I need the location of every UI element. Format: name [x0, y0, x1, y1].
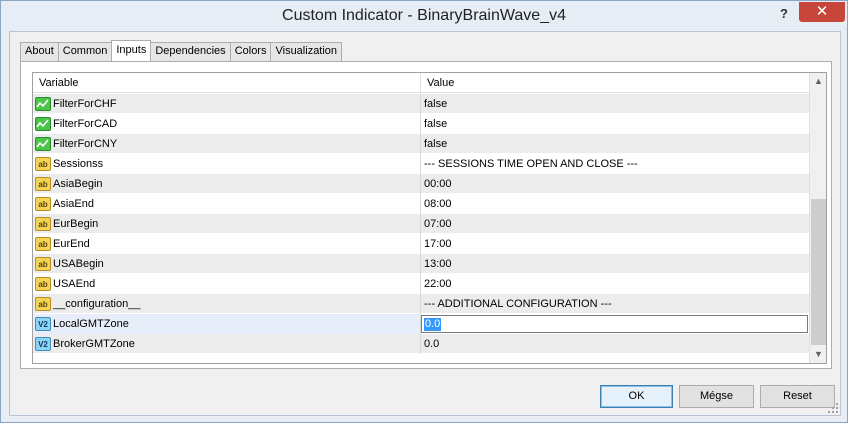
string-param-icon: ab [35, 197, 51, 211]
variable-name: FilterForCHF [53, 98, 117, 110]
ok-button[interactable]: OK [600, 385, 673, 408]
variable-cell[interactable]: V2 BrokerGMTZone [33, 334, 421, 354]
help-button[interactable]: ? [776, 5, 792, 23]
variable-cell[interactable]: ab USAEnd [33, 274, 421, 294]
grid-rows: FilterForCHF false FilterForCAD false Filter… [33, 94, 809, 354]
tab-dependencies[interactable]: Dependencies [150, 42, 231, 61]
variable-cell[interactable]: FilterForCNY [33, 134, 421, 154]
double-param-icon: V2 [35, 337, 51, 351]
variable-name: AsiaEnd [53, 198, 94, 210]
tab-colors[interactable]: Colors [229, 42, 272, 61]
vertical-scrollbar[interactable]: ▲ ▼ [809, 73, 826, 363]
cancel-button[interactable]: Mégse [679, 385, 754, 408]
value-cell[interactable]: --- SESSIONS TIME OPEN AND CLOSE --- [421, 154, 809, 174]
variable-name: FilterForCAD [53, 118, 118, 130]
inputs-panel: Variable Value FilterForCHF false FilterFo… [20, 61, 832, 369]
bool-param-icon [35, 137, 51, 151]
table-row[interactable]: ab AsiaEnd 08:00 [33, 194, 809, 214]
value-cell[interactable]: false [421, 134, 809, 154]
variable-name: BrokerGMTZone [53, 338, 135, 350]
variable-cell[interactable]: ab EurEnd [33, 234, 421, 254]
dialog-window: Custom Indicator - BinaryBrainWave_v4 ? … [0, 0, 848, 423]
table-row[interactable]: ab USABegin 13:00 [33, 254, 809, 274]
string-param-icon: ab [35, 177, 51, 191]
variable-name: LocalGMTZone [53, 318, 129, 330]
variable-cell[interactable]: ab Sessionss [33, 154, 421, 174]
table-row[interactable]: ab AsiaBegin 00:00 [33, 174, 809, 194]
string-param-icon: ab [35, 277, 51, 291]
variable-cell[interactable]: ab USABegin [33, 254, 421, 274]
bool-param-icon [35, 117, 51, 131]
table-row[interactable]: ab __configuration__ --- ADDITIONAL CONFIG… [33, 294, 809, 314]
value-cell[interactable]: 17:00 [421, 234, 809, 254]
value-cell[interactable]: 08:00 [421, 194, 809, 214]
title-bar[interactable]: Custom Indicator - BinaryBrainWave_v4 ? … [1, 1, 847, 31]
variable-cell[interactable]: FilterForCAD [33, 114, 421, 134]
table-row[interactable]: V2 LocalGMTZone 0.0 [33, 314, 809, 334]
table-row[interactable]: ab EurEnd 17:00 [33, 234, 809, 254]
tab-strip: About Common Inputs Dependencies Colors Visua… [20, 40, 343, 61]
bool-param-icon [35, 97, 51, 111]
variable-cell[interactable]: V2 LocalGMTZone [33, 314, 421, 334]
inputs-grid: Variable Value FilterForCHF false FilterFo… [32, 72, 827, 364]
column-header-value[interactable]: Value [421, 73, 809, 93]
variable-name: FilterForCNY [53, 138, 118, 150]
value-cell[interactable]: --- ADDITIONAL CONFIGURATION --- [421, 294, 809, 314]
reset-button[interactable]: Reset [760, 385, 835, 408]
column-header-variable[interactable]: Variable [33, 73, 421, 93]
value-cell[interactable]: 22:00 [421, 274, 809, 294]
tab-common[interactable]: Common [57, 42, 113, 61]
variable-cell[interactable]: ab EurBegin [33, 214, 421, 234]
value-cell[interactable]: 0.0 [421, 334, 809, 354]
string-param-icon: ab [35, 157, 51, 171]
tab-visualization[interactable]: Visualization [270, 42, 343, 61]
value-cell[interactable]: false [421, 114, 809, 134]
variable-name: EurEnd [53, 238, 90, 250]
variable-name: EurBegin [53, 218, 99, 230]
close-button[interactable]: ✕ [799, 2, 845, 22]
tab-inputs[interactable]: Inputs [111, 40, 152, 61]
table-row[interactable]: V2 BrokerGMTZone 0.0 [33, 334, 809, 354]
variable-name: __configuration__ [53, 298, 141, 310]
tab-about[interactable]: About [20, 42, 59, 61]
variable-name: USABegin [53, 258, 104, 270]
scroll-thumb[interactable] [811, 199, 826, 345]
selected-value-text: 0.0 [424, 318, 442, 331]
table-row[interactable]: FilterForCHF false [33, 94, 809, 114]
double-param-icon: V2 [35, 317, 51, 331]
scroll-up-arrow-icon[interactable]: ▲ [810, 73, 826, 90]
string-param-icon: ab [35, 237, 51, 251]
variable-cell[interactable]: ab __configuration__ [33, 294, 421, 314]
variable-cell[interactable]: FilterForCHF [33, 94, 421, 114]
variable-name: Sessionss [53, 158, 104, 170]
variable-cell[interactable]: ab AsiaBegin [33, 174, 421, 194]
value-input[interactable]: 0.0 [421, 315, 808, 333]
value-cell[interactable]: 13:00 [421, 254, 809, 274]
window-title: Custom Indicator - BinaryBrainWave_v4 [282, 7, 566, 24]
close-icon: ✕ [815, 3, 829, 20]
variable-cell[interactable]: ab AsiaEnd [33, 194, 421, 214]
variable-name: USAEnd [53, 278, 96, 290]
variable-name: AsiaBegin [53, 178, 103, 190]
value-cell[interactable]: 07:00 [421, 214, 809, 234]
table-row[interactable]: ab USAEnd 22:00 [33, 274, 809, 294]
string-param-icon: ab [35, 297, 51, 311]
resize-grip-icon[interactable] [828, 403, 838, 413]
value-edit-cell[interactable]: 0.0 [421, 314, 809, 334]
value-cell[interactable]: 00:00 [421, 174, 809, 194]
table-row[interactable]: FilterForCNY false [33, 134, 809, 154]
table-row[interactable]: FilterForCAD false [33, 114, 809, 134]
grid-header: Variable Value [33, 73, 809, 93]
table-row[interactable]: ab Sessionss --- SESSIONS TIME OPEN AND CL… [33, 154, 809, 174]
dialog-client-area: About Common Inputs Dependencies Colors Visua… [9, 31, 841, 416]
string-param-icon: ab [35, 257, 51, 271]
string-param-icon: ab [35, 217, 51, 231]
value-cell[interactable]: false [421, 94, 809, 114]
table-row[interactable]: ab EurBegin 07:00 [33, 214, 809, 234]
scroll-down-arrow-icon[interactable]: ▼ [810, 346, 826, 363]
